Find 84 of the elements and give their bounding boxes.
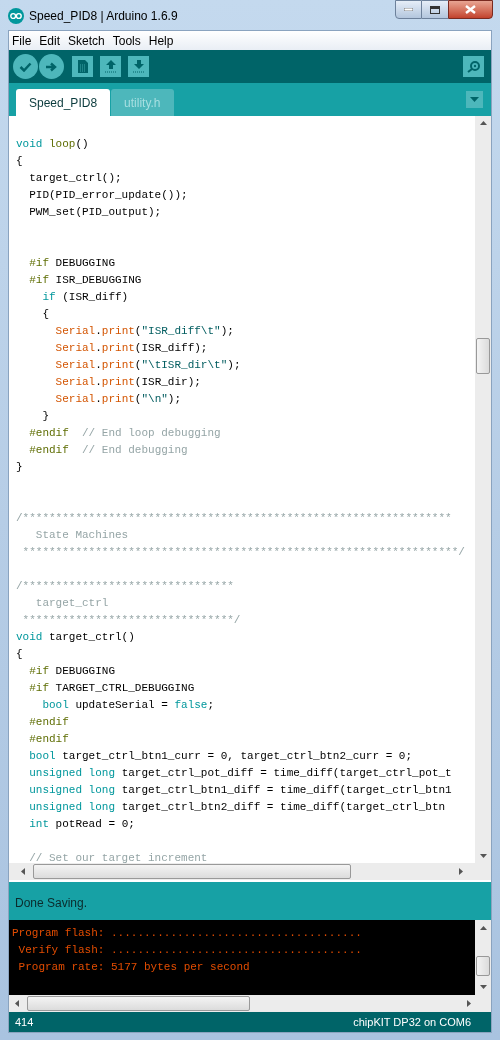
scroll-left-icon: [15, 1000, 19, 1007]
code-line: Serial.print("ISR_diff\t");: [54, 324, 235, 339]
code-line: {: [16, 154, 24, 169]
code-line: unsigned long target_ctrl_pot_diff = time_diff(target_ctrl_pot_t: [28, 766, 453, 781]
scrollbar-thumb[interactable]: [33, 864, 351, 879]
horizontal-scrollbar[interactable]: [9, 863, 491, 880]
code-line: Serial.print("\n");: [54, 392, 183, 407]
up-arrow-icon: [104, 60, 117, 73]
serial-monitor-button[interactable]: [463, 56, 484, 77]
code-line: void loop(): [16, 137, 90, 152]
code-line: void target_ctrl(): [16, 630, 136, 645]
code-line: {: [16, 647, 24, 662]
close-button[interactable]: [448, 0, 493, 19]
code-line: /*****************************************************************: [16, 511, 453, 526]
code-line: PWM_set(PID_output);: [28, 205, 163, 220]
window-title: Speed_PID8 | Arduino 1.6.9: [29, 8, 178, 25]
menu-item[interactable]: Help: [148, 31, 174, 50]
code-line: target_ctrl: [34, 596, 110, 611]
save-button[interactable]: [128, 56, 149, 77]
menu-item[interactable]: Edit: [39, 31, 61, 50]
minimize-icon: [404, 8, 413, 11]
scroll-down-icon: [479, 985, 487, 989]
code-line: #endif // End debugging: [28, 443, 189, 458]
line-number: 414: [15, 1014, 34, 1030]
code-line: #if DEBUGGING: [28, 256, 117, 271]
board-port-label: chipKIT DP32 on COM6: [353, 1014, 471, 1030]
tab-menu-button[interactable]: [466, 91, 483, 108]
code-line: ******************************************************************/: [21, 545, 466, 560]
menu-item[interactable]: File: [12, 31, 32, 50]
code-line: }: [41, 409, 50, 424]
code-line: }: [16, 460, 24, 475]
app-logo-icon: [8, 8, 24, 24]
scroll-right-icon: [467, 1000, 471, 1007]
caret-icon: [470, 97, 479, 102]
scrollbar-thumb[interactable]: [476, 338, 490, 374]
code-line: unsigned long target_ctrl_btn2_diff = time_diff(target_ctrl_btn: [28, 800, 447, 815]
code-line: State Machines: [34, 528, 130, 543]
code-line: bool updateSerial = false;: [41, 698, 216, 713]
close-icon: [465, 5, 476, 14]
checkmark-icon: [19, 61, 32, 72]
code-line: /********************************: [16, 579, 235, 594]
scroll-up-icon: [479, 121, 487, 125]
scrollbar-thumb[interactable]: [476, 956, 490, 976]
verify-button[interactable]: [13, 54, 38, 79]
menu-item[interactable]: Sketch: [68, 31, 105, 50]
console-output: Program flash: ...................................... Verify flash: ...................................... Program rate: 5177 bytes per second: [11, 926, 363, 975]
code-line: Serial.print(ISR_diff);: [54, 341, 209, 356]
upload-button[interactable]: [39, 54, 64, 79]
maximize-icon: [430, 5, 440, 14]
menu-item[interactable]: Tools: [112, 31, 141, 50]
console-horizontal-scrollbar[interactable]: [9, 995, 491, 1012]
magnifier-icon: [466, 60, 481, 73]
code-line: int potRead = 0;: [28, 817, 136, 832]
status-message: Done Saving.: [15, 895, 88, 912]
code-line: #endif // End loop debugging: [28, 426, 222, 441]
code-line: unsigned long target_ctrl_btn1_diff = time_diff(target_ctrl_btn1: [28, 783, 453, 798]
code-line: ********************************/: [21, 613, 242, 628]
code-line: {: [41, 307, 50, 322]
new-sketch-button[interactable]: [72, 56, 93, 77]
code-line: if (ISR_diff): [41, 290, 130, 305]
code-line: Serial.print("\tISR_dir\t");: [54, 358, 242, 373]
file-tab[interactable]: Speed_PID8: [16, 89, 111, 116]
code-line: #if ISR_DEBUGGING: [28, 273, 143, 288]
scroll-down-icon: [479, 854, 487, 858]
console-scrollbar[interactable]: [475, 920, 491, 995]
code-line: PID(PID_error_update());: [28, 188, 189, 203]
code-line: #if TARGET_CTRL_DEBUGGING: [28, 681, 196, 696]
code-line: // Set our target increment: [28, 851, 209, 863]
scroll-up-icon: [479, 926, 487, 930]
vertical-scrollbar[interactable]: [475, 116, 491, 863]
scroll-right-icon: [459, 868, 463, 875]
code-line: Serial.print(ISR_dir);: [54, 375, 202, 390]
document-icon: [77, 60, 88, 73]
maximize-button[interactable]: [422, 0, 448, 19]
code-line: bool target_ctrl_btn1_curr = 0, target_ctrl_btn2_curr = 0;: [28, 749, 414, 764]
open-button[interactable]: [100, 56, 121, 77]
code-line: target_ctrl();: [28, 171, 123, 186]
code-line: #if DEBUGGING: [28, 664, 117, 679]
scroll-left-icon: [21, 868, 25, 875]
code-line: #endif: [28, 732, 70, 747]
right-arrow-icon: [46, 61, 57, 72]
scrollbar-thumb[interactable]: [27, 996, 250, 1011]
down-arrow-icon: [132, 60, 145, 73]
code-line: #endif: [28, 715, 70, 730]
